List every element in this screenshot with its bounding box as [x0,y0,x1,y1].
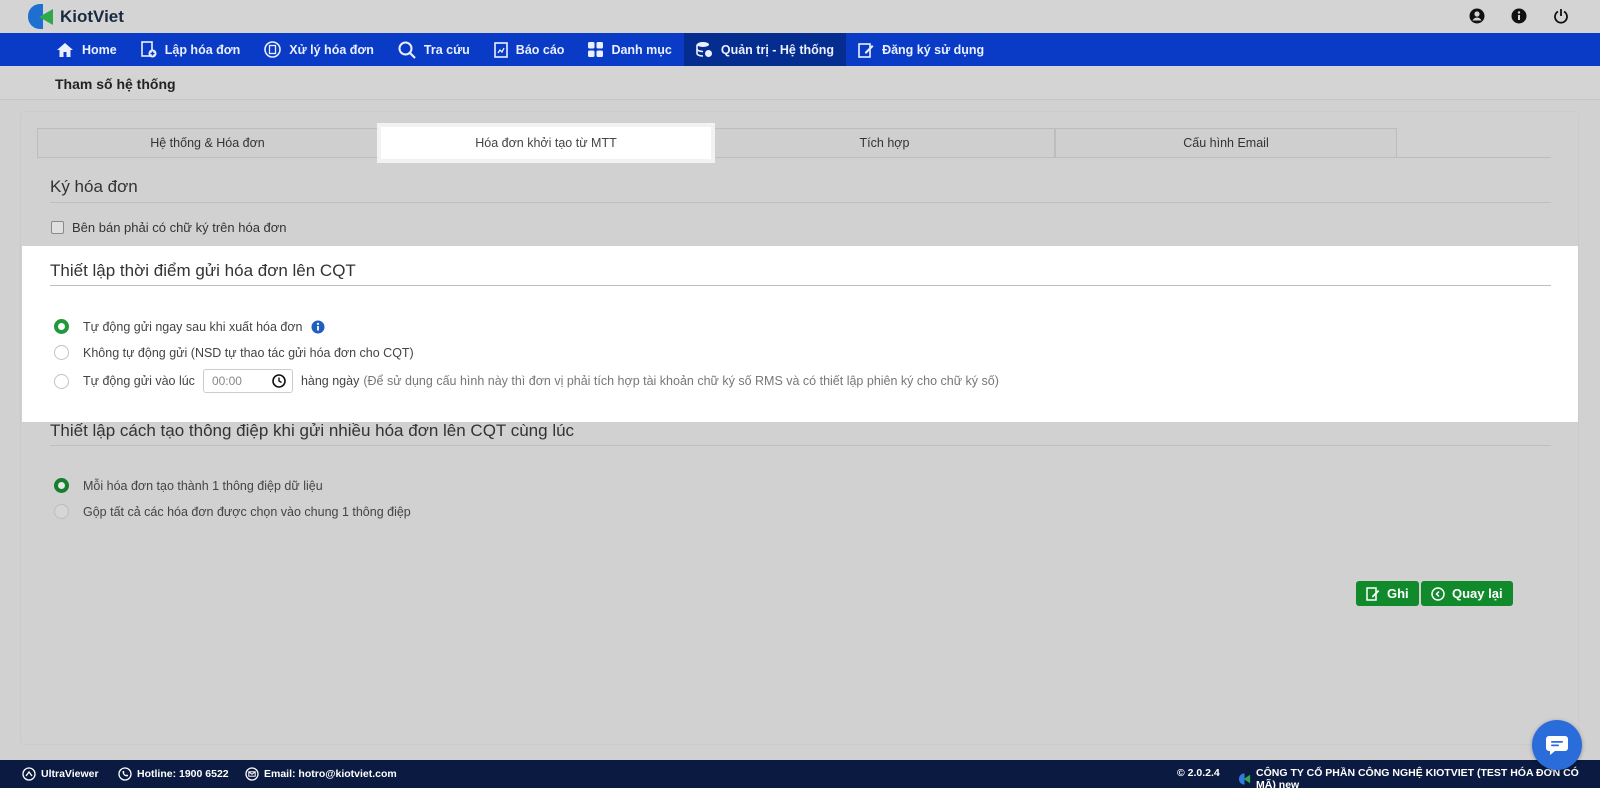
divider [50,202,1551,203]
company-label: CÔNG TY CỔ PHẦN CÔNG NGHỆ KIOTVIET (TEST… [1238,767,1600,788]
back-button[interactable]: Quay lại [1421,581,1513,606]
logo-text: KiotViet [60,6,124,26]
sign-section-title: Ký hóa đơn [50,177,138,196]
message-merge-option: Gộp tất cả các hóa đơn được chọn vào chu… [54,504,411,519]
send-auto-option: Tự động gửi ngay sau khi xuất hóa đơn [54,319,325,334]
send-scheduled-radio[interactable] [54,373,69,389]
nav-label: Home [82,42,117,57]
footer: UltraViewer Hotline: 1900 6522 Email: ho… [0,760,1600,788]
tab-label: Hóa đơn khởi tạo từ MTT [475,136,617,150]
kiotviet-logo[interactable]: KiotViet [28,4,124,29]
radio-label: Mỗi hóa đơn tạo thành 1 thông điệp dữ li… [83,478,323,493]
tab-system-invoice[interactable]: Hệ thống & Hóa đơn [37,128,378,157]
message-merge-radio[interactable] [54,504,69,519]
email-link[interactable]: Email: hotro@kiotviet.com [245,767,397,781]
send-scheduled-option: Tự động gửi vào lúc 00:00 hàng ngày (Để … [54,369,999,393]
tab-label: Hệ thống & Hóa đơn [150,136,265,150]
nav-catalog[interactable]: Danh mục [576,33,683,66]
nav-create-invoice[interactable]: Lập hóa đơn [129,33,253,66]
send-manual-radio[interactable] [54,345,69,360]
seller-signature-row: Bên bán phải có chữ ký trên hóa đơn [51,220,287,235]
tab-integration[interactable]: Tích hợp [714,128,1055,157]
user-account-icon[interactable] [1468,7,1486,25]
daily-label: hàng ngày [300,374,360,388]
divider [50,445,1551,446]
button-label: Ghi [1387,586,1409,601]
page-header: Tham số hệ thống [0,66,1600,100]
kiotviet-small-logo-icon [1238,773,1251,785]
footer-text: CÔNG TY CỔ PHẦN CÔNG NGHỆ KIOTVIET (TEST… [1256,767,1579,788]
ultraviewer-link[interactable]: UltraViewer [22,767,99,781]
divider [50,285,1551,286]
save-edit-icon [1366,586,1380,601]
nav-label: Đăng ký sử dụng [882,42,985,57]
scheduled-hint: (Để sử dụng cấu hình này thì đơn vị phải… [363,374,999,388]
checkbox-label: Bên bán phải có chữ ký trên hóa đơn [72,220,287,235]
footer-text: UltraViewer [41,768,99,780]
tab-label: Tích hợp [859,136,910,150]
logo-mark-icon [28,4,54,29]
invoice-add-icon [140,41,157,58]
nav-label: Xử lý hóa đơn [289,42,374,57]
time-placeholder: 00:00 [211,374,242,388]
database-icon [696,42,712,57]
invoice-process-icon [264,41,282,58]
seller-signature-checkbox[interactable] [51,221,64,234]
main-navigation: Home Lập hóa đơn Xử lý hóa đơn Tra cứu B… [0,33,1600,66]
info-icon[interactable] [1510,7,1528,25]
footer-text: © 2.0.2.4 [1177,767,1220,779]
back-circle-icon [1431,586,1445,601]
nav-label: Tra cứu [423,42,470,57]
save-button[interactable]: Ghi [1356,581,1419,606]
nav-admin-system[interactable]: Quản trị - Hệ thống [683,33,847,66]
send-time-input[interactable]: 00:00 [202,369,293,393]
home-icon [57,42,73,57]
send-manual-option: Không tự động gửi (NSD tự thao tác gửi h… [54,345,414,360]
power-logout-icon[interactable] [1552,7,1570,25]
nav-report[interactable]: Báo cáo [482,33,577,66]
tab-label: Cấu hình Email [1183,136,1269,150]
nav-label: Lập hóa đơn [164,42,241,57]
top-header: KiotViet [0,0,1600,33]
radio-label: Gộp tất cả các hóa đơn được chọn vào chu… [83,504,411,519]
nav-label: Danh mục [611,42,672,57]
footer-text: Hotline: 1900 6522 [137,768,229,780]
chat-bubble-icon [1546,736,1568,755]
footer-text: Email: hotro@kiotviet.com [264,768,397,780]
info-icon[interactable] [311,320,325,334]
chat-support-button[interactable] [1532,720,1582,770]
edit-icon [858,42,874,58]
search-icon [398,41,416,59]
ultraviewer-icon [22,767,36,781]
tab-email-config[interactable]: Cấu hình Email [1055,128,1397,157]
grid-icon [588,42,604,57]
send-auto-radio[interactable] [54,319,69,334]
tab-mtt-invoice[interactable]: Hóa đơn khởi tạo từ MTT [377,123,715,163]
phone-icon [118,767,132,781]
nav-label: Quản trị - Hệ thống [720,42,835,57]
nav-label: Báo cáo [515,42,565,57]
message-each-radio[interactable] [54,478,69,493]
version-label: © 2.0.2.4 [1177,767,1220,779]
hotline-link[interactable]: Hotline: 1900 6522 [118,767,229,781]
message-each-option: Mỗi hóa đơn tạo thành 1 thông điệp dữ li… [54,478,323,493]
radio-label: Tự động gửi vào lúc [83,374,195,388]
settings-tabs: Hệ thống & Hóa đơn Tích hợp Cấu hình Ema… [37,123,1551,163]
nav-register[interactable]: Đăng ký sử dụng [846,33,996,66]
radio-label: Tự động gửi ngay sau khi xuất hóa đơn [83,319,303,334]
button-label: Quay lại [1452,586,1503,601]
page-title: Tham số hệ thống [55,76,176,92]
nav-lookup[interactable]: Tra cứu [386,33,482,66]
message-section-title: Thiết lập cách tạo thông điệp khi gửi nh… [50,421,575,440]
email-icon [245,767,259,781]
report-icon [493,41,508,58]
nav-process-invoice[interactable]: Xử lý hóa đơn [252,33,386,66]
clock-icon [272,374,286,388]
send-section-title: Thiết lập thời điểm gửi hóa đơn lên CQT [50,261,356,280]
nav-home[interactable]: Home [44,33,129,66]
radio-label: Không tự động gửi (NSD tự thao tác gửi h… [83,345,414,360]
